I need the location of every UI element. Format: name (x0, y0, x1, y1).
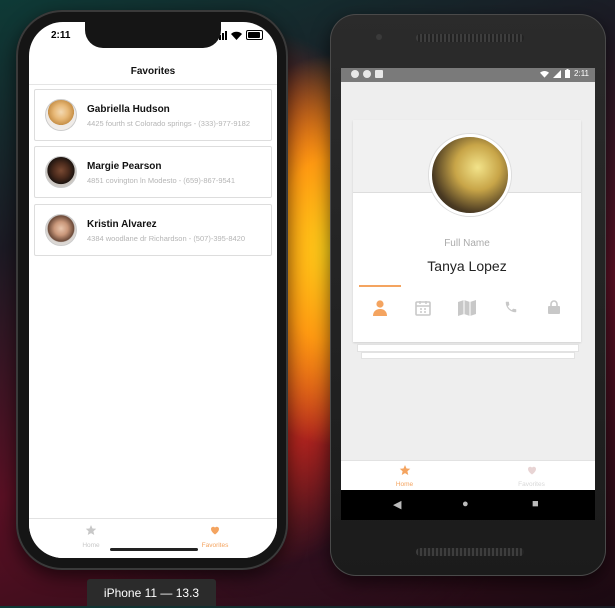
contact-card-gabriella[interactable]: Gabriella Hudson 4425 fourth st Colorado… (34, 89, 272, 141)
contact-address: 4851 covington ln Modesto - (659)-867-95… (87, 176, 236, 185)
tab-home[interactable]: Home (29, 523, 153, 549)
android-nav-bar: ◀ ● ■ (341, 490, 595, 520)
front-camera (376, 34, 382, 40)
nav-divider (29, 84, 277, 85)
profile-field-label: Full Name (444, 238, 490, 249)
iphone-simulator: 2:11 Favorites Gabriella Hudson 4425 fou… (16, 10, 288, 570)
contact-name: Kristin Alvarez (87, 219, 157, 230)
tab-home[interactable]: Home (341, 463, 468, 488)
signal-icon (553, 69, 562, 78)
tab-favorites[interactable]: Favorites (468, 463, 595, 488)
star-icon (399, 465, 410, 475)
android-tab-bar: Home Favorites (341, 460, 595, 491)
back-icon[interactable]: ◀ (393, 498, 401, 511)
android-emulator: 2:11 Full Name Tanya Lopez Home Favorite… (330, 14, 606, 576)
contact-name: Gabriella Hudson (87, 104, 170, 115)
top-speaker (416, 34, 524, 42)
person-icon (373, 300, 387, 316)
heart-icon (211, 526, 219, 535)
recents-icon[interactable]: ■ (532, 498, 539, 510)
ios-time: 2:11 (51, 30, 71, 41)
profile-tab-map[interactable] (455, 300, 479, 320)
contact-card-kristin[interactable]: Kristin Alvarez 4384 woodlane dr Richard… (34, 204, 272, 256)
profile-tab-person[interactable] (368, 300, 392, 320)
home-button-icon[interactable]: ● (462, 498, 469, 510)
avatar (45, 214, 77, 246)
profile-avatar (429, 134, 511, 216)
profile-card: Full Name Tanya Lopez (353, 120, 581, 342)
contact-name: Margie Pearson (87, 161, 162, 172)
notch (85, 22, 221, 48)
page-title: Favorites (130, 66, 176, 77)
battery-icon (565, 69, 571, 78)
map-icon (458, 300, 476, 316)
star-icon (85, 525, 97, 535)
avatar (45, 156, 77, 188)
settings-icon (351, 70, 359, 78)
tab-label: Home (395, 481, 414, 488)
card-stack-layer (357, 344, 579, 352)
battery-icon (246, 30, 263, 40)
profile-tab-phone[interactable] (499, 300, 523, 318)
wifi-icon (231, 31, 242, 40)
contact-address: 4425 fourth st Colorado springs - (333)-… (87, 119, 251, 128)
android-time: 2:11 (574, 69, 589, 78)
avatar (45, 99, 77, 131)
tab-favorites[interactable]: Favorites (153, 523, 277, 549)
simulator-label: iPhone 11 — 13.3 (87, 579, 216, 606)
android-status-bar: 2:11 (341, 68, 595, 82)
lock-icon (548, 300, 560, 314)
contact-card-margie[interactable]: Margie Pearson 4851 covington ln Modesto… (34, 146, 272, 198)
sync-icon (363, 70, 371, 78)
card-stack-layer (361, 352, 575, 359)
phone-icon (505, 301, 517, 313)
sd-card-icon (375, 70, 383, 78)
calendar-icon (415, 301, 431, 316)
wifi-icon (540, 70, 550, 78)
tab-label: Favorites (518, 481, 545, 488)
contact-address: 4384 woodlane dr Richardson - (507)-395-… (87, 234, 246, 243)
iphone-screen: 2:11 Favorites Gabriella Hudson 4425 fou… (29, 22, 277, 558)
active-tab-indicator (359, 285, 401, 287)
profile-tab-calendar[interactable] (411, 300, 435, 320)
profile-name: Tanya Lopez (427, 258, 507, 274)
home-indicator[interactable] (110, 548, 198, 551)
ios-tab-bar: Home Favorites (29, 518, 277, 558)
profile-tab-lock[interactable] (542, 300, 566, 318)
heart-icon (527, 466, 536, 475)
android-screen: 2:11 Full Name Tanya Lopez Home Favorite… (341, 68, 595, 520)
bottom-speaker (416, 548, 524, 556)
